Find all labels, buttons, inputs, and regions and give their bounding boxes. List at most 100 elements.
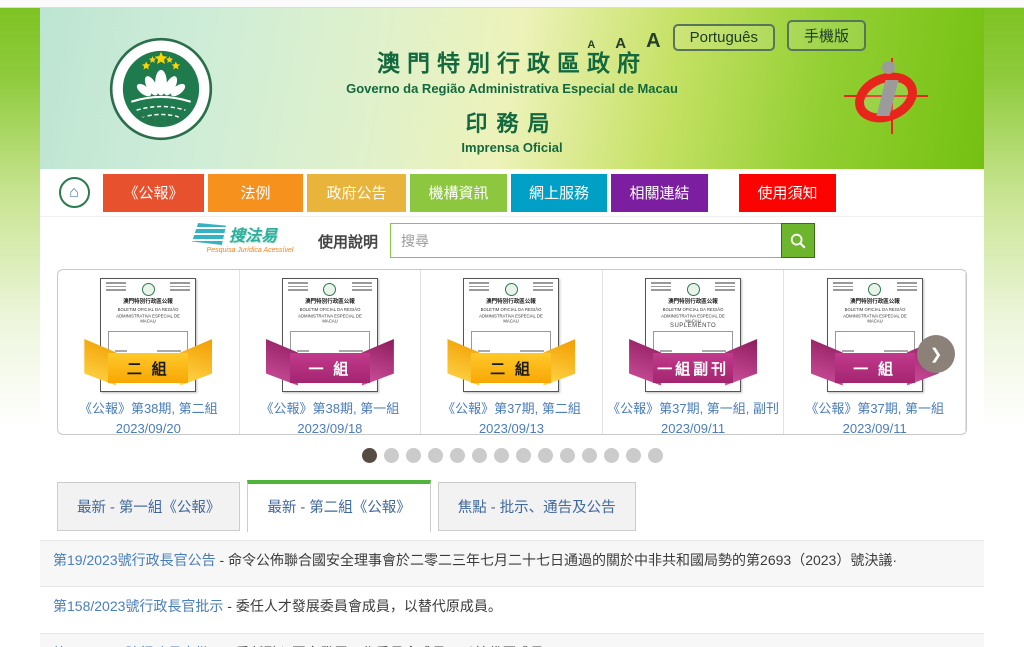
gazette-date: 2023/09/13 — [421, 419, 602, 439]
carousel-dot-13[interactable] — [626, 448, 641, 463]
gazette-ribbon: 一 組 — [266, 339, 394, 387]
gazette-cover: 澳門特別行政區公報BOLETIM OFICIAL DA REGIÃOADMINI… — [282, 278, 378, 392]
gazette-cover: 澳門特別行政區公報BOLETIM OFICIAL DA REGIÃOADMINI… — [100, 278, 196, 392]
cover-emblem-icon — [323, 283, 336, 296]
carousel-dot-6[interactable] — [472, 448, 487, 463]
carousel-dot-4[interactable] — [428, 448, 443, 463]
cover-header-left — [651, 282, 671, 293]
tab-latest-series-1[interactable]: 最新 - 第一組《公報》 — [57, 482, 240, 531]
carousel-dot-1[interactable] — [362, 448, 377, 463]
tab-latest-series-2[interactable]: 最新 - 第二組《公報》 — [247, 480, 430, 532]
cover-emblem-icon — [142, 283, 155, 296]
portuguese-language-button[interactable]: Português — [673, 24, 775, 51]
gazette-ribbon: 二 組 — [447, 339, 575, 387]
gazette-title: 《公報》第38期, 第二組 — [58, 399, 239, 419]
nav-terms-of-use-button[interactable]: 使用須知 — [739, 174, 836, 212]
gazette-cover: 澳門特別行政區公報BOLETIM OFICIAL DA REGIÃOADMINI… — [463, 278, 559, 392]
nav-online-services-button[interactable]: 網上服務 — [511, 174, 607, 212]
cover-emblem-icon — [687, 283, 700, 296]
search-button[interactable] — [781, 223, 815, 258]
news-item-link[interactable]: 第19/2023號行政長官公告 — [53, 552, 216, 568]
news-item-text: - 命令公佈聯合國安全理事會於二零二三年七月二十七日通過的關於中非共和國局勢的第… — [216, 552, 897, 568]
carousel-dot-5[interactable] — [450, 448, 465, 463]
carousel-dot-3[interactable] — [406, 448, 421, 463]
gazette-date: 2023/09/20 — [58, 419, 239, 439]
cover-header-left — [469, 282, 489, 293]
gazette-item[interactable]: 澳門特別行政區公報BOLETIM OFICIAL DA REGIÃOADMINI… — [603, 270, 785, 434]
main-navigation: ⌂ 《公報》 法例 政府公告 機構資訊 網上服務 相關連結 使用須知 — [40, 169, 984, 217]
gazette-caption-link[interactable]: 《公報》第37期, 第一組, 副刊2023/09/11 — [603, 399, 784, 439]
chevron-right-icon: ❯ — [930, 345, 943, 363]
soufayi-logo-icon — [192, 223, 226, 245]
font-size-small-button[interactable]: A — [587, 40, 595, 51]
soufayi-logo[interactable]: 搜法易 Pesquisa Jurídica Acessível — [192, 222, 308, 254]
nav-related-links-button[interactable]: 相關連結 — [611, 174, 708, 212]
cover-masthead-pt2: ADMINISTRATIVA ESPECIAL DE MACAU — [108, 314, 188, 325]
carousel-next-button[interactable]: ❯ — [917, 335, 955, 373]
search-box — [390, 223, 815, 258]
mobile-version-button[interactable]: 手機版 — [787, 20, 866, 51]
cover-header-left — [833, 282, 853, 293]
cover-emblem-icon — [868, 283, 881, 296]
cover-header-left — [288, 282, 308, 293]
font-size-large-button[interactable]: A — [646, 31, 660, 51]
cover-masthead-zh: 澳門特別行政區公報 — [650, 299, 736, 306]
home-icon: ⌂ — [59, 177, 90, 208]
news-tabs: 最新 - 第一組《公報》 最新 - 第二組《公報》 焦點 - 批示、通告及公告 — [57, 483, 967, 531]
cover-masthead-pt1: BOLETIM OFICIAL DA REGIÃO — [472, 307, 552, 312]
gazette-ribbon: 二 組 — [84, 339, 212, 387]
header-controls: A A A Português 手機版 — [587, 20, 866, 51]
news-item-link[interactable]: 第158/2023號行政長官批示 — [53, 598, 223, 614]
search-input[interactable] — [390, 223, 781, 258]
carousel-dot-8[interactable] — [516, 448, 531, 463]
gazette-caption-link[interactable]: 《公報》第38期, 第二組2023/09/20 — [58, 399, 239, 439]
site-title-block: 澳門特別行政區政府 Governo da Região Administrati… — [302, 44, 722, 155]
gazette-caption-link[interactable]: 《公報》第37期, 第一組2023/09/11 — [784, 399, 965, 439]
carousel-dot-9[interactable] — [538, 448, 553, 463]
cover-masthead-zh: 澳門特別行政區公報 — [468, 299, 554, 306]
carousel-dot-7[interactable] — [494, 448, 509, 463]
gov-title-pt: Governo da Região Administrativa Especia… — [302, 81, 722, 96]
gazette-item[interactable]: 澳門特別行政區公報BOLETIM OFICIAL DA REGIÃOADMINI… — [421, 270, 603, 434]
cover-header-right — [170, 282, 190, 293]
gazette-date: 2023/09/18 — [240, 419, 421, 439]
nav-org-info-button[interactable]: 機構資訊 — [410, 174, 507, 212]
cover-header-right — [715, 282, 735, 293]
carousel-dot-14[interactable] — [648, 448, 663, 463]
cover-header-right — [533, 282, 553, 293]
gazette-caption-link[interactable]: 《公報》第38期, 第一組2023/09/18 — [240, 399, 421, 439]
carousel-dot-2[interactable] — [384, 448, 399, 463]
nav-gov-notices-button[interactable]: 政府公告 — [307, 174, 406, 212]
header-banner: MACAU 澳門特別行政區政府 Governo da Região Admini… — [40, 8, 984, 169]
cover-header-right — [897, 282, 917, 293]
gazette-item[interactable]: 澳門特別行政區公報BOLETIM OFICIAL DA REGIÃOADMINI… — [58, 270, 240, 434]
usage-instructions-link[interactable]: 使用說明 — [318, 231, 378, 252]
gazette-caption-link[interactable]: 《公報》第37期, 第二組2023/09/13 — [421, 399, 602, 439]
gazette-title: 《公報》第37期, 第一組 — [784, 399, 965, 419]
page-container: MACAU 澳門特別行政區政府 Governo da Região Admini… — [40, 8, 984, 647]
news-row: 第19/2023號行政長官公告 - 命令公佈聯合國安全理事會於二零二三年七月二十… — [40, 540, 984, 587]
carousel-dot-12[interactable] — [604, 448, 619, 463]
logo-i-dot — [882, 61, 895, 74]
ribbon-label: 一 組 — [290, 353, 370, 383]
nav-legislation-button[interactable]: 法例 — [208, 174, 303, 212]
carousel-dot-10[interactable] — [560, 448, 575, 463]
ribbon-label: 一組副刊 — [653, 353, 733, 383]
gazette-item[interactable]: 澳門特別行政區公報BOLETIM OFICIAL DA REGIÃOADMINI… — [240, 270, 422, 434]
cover-emblem-icon — [505, 283, 518, 296]
nav-gazette-button[interactable]: 《公報》 — [103, 174, 204, 212]
search-bar-row: 搜法易 Pesquisa Jurídica Acessível 使用說明 — [40, 217, 984, 265]
cover-masthead-zh: 澳門特別行政區公報 — [287, 299, 373, 306]
font-size-medium-button[interactable]: A — [615, 36, 626, 51]
dept-title-zh: 印務局 — [302, 106, 722, 138]
news-row: 第158/2023號行政長官批示 - 委任人才發展委員會成員，以替代原成員。 — [40, 587, 984, 632]
carousel-dot-11[interactable] — [582, 448, 597, 463]
gazette-title: 《公報》第37期, 第一組, 副刊 — [603, 399, 784, 419]
cover-masthead-pt1: BOLETIM OFICIAL DA REGIÃO — [108, 307, 188, 312]
home-button[interactable]: ⌂ — [49, 174, 99, 212]
cover-masthead-pt1: BOLETIM OFICIAL DA REGIÃO — [290, 307, 370, 312]
tab-highlights-notices[interactable]: 焦點 - 批示、通告及公告 — [438, 482, 636, 531]
news-item-text: - 委任人才發展委員會成員，以替代原成員。 — [223, 598, 501, 614]
macau-government-emblem: MACAU — [108, 36, 214, 142]
gazette-ribbon: 一組副刊 — [629, 339, 757, 387]
